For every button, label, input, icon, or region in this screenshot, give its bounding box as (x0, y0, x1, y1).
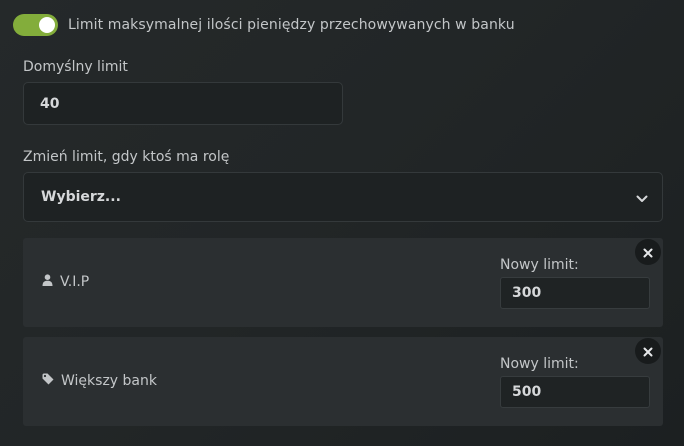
new-limit-value: 500 (512, 384, 542, 400)
bank-limit-toggle-label: Limit maksymalnej ilości pieniędzy przec… (68, 17, 515, 33)
remove-role-button[interactable] (635, 338, 661, 364)
toggle-knob (39, 17, 55, 33)
tag-icon (42, 373, 61, 389)
role-name-text: V.I.P (60, 274, 90, 290)
role-name: V.I.P (42, 274, 89, 290)
default-limit-label: Domyślny limit (23, 59, 128, 75)
chevron-down-icon (636, 188, 648, 207)
close-icon (643, 342, 653, 361)
role-limit-card: V.I.P Nowy limit: 300 (23, 238, 663, 327)
role-name: Większy bank (42, 373, 157, 389)
default-limit-input[interactable]: 40 (23, 82, 343, 125)
bank-limit-toggle-row: Limit maksymalnej ilości pieniędzy przec… (13, 14, 515, 36)
new-limit-label: Nowy limit: (500, 356, 579, 372)
new-limit-input[interactable]: 500 (500, 376, 650, 408)
default-limit-value: 40 (40, 95, 60, 112)
close-icon (643, 243, 653, 262)
role-name-text: Większy bank (61, 373, 157, 389)
role-limit-card: Większy bank Nowy limit: 500 (23, 337, 663, 426)
role-select-placeholder: Wybierz... (41, 189, 121, 205)
new-limit-value: 300 (512, 285, 542, 301)
role-select-label: Zmień limit, gdy ktoś ma rolę (23, 149, 230, 165)
role-select-dropdown[interactable]: Wybierz... (23, 172, 663, 222)
bank-limit-toggle[interactable] (13, 14, 58, 36)
new-limit-label: Nowy limit: (500, 257, 579, 273)
new-limit-input[interactable]: 300 (500, 277, 650, 309)
user-icon (42, 274, 60, 290)
remove-role-button[interactable] (635, 239, 661, 265)
